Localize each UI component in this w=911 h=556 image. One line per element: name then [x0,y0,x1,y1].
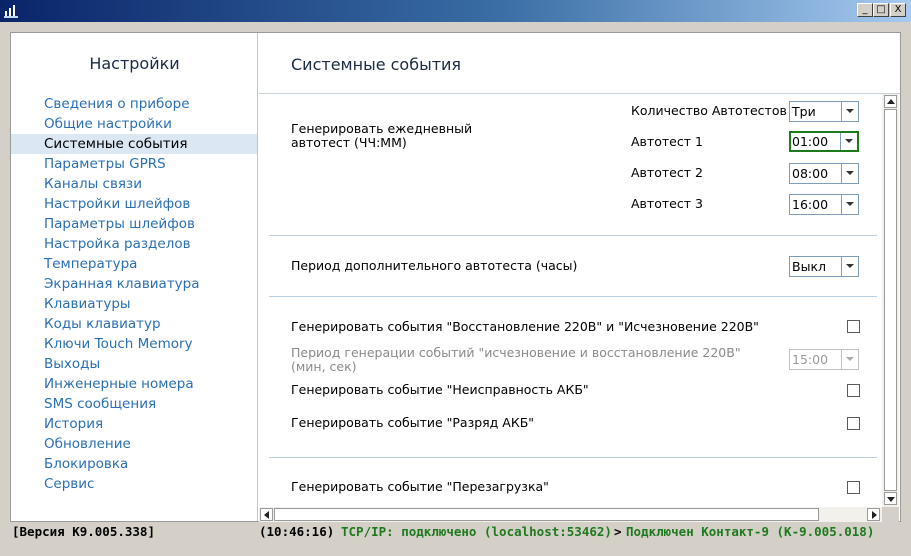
chevron-down-icon [846,264,854,268]
chevron-down-icon [845,139,853,143]
reboot-event-checkbox[interactable] [847,481,860,494]
arrow-up-icon [887,99,895,104]
section-divider [269,296,877,297]
section-divider [269,235,877,236]
sidebar-item[interactable]: Выходы [11,354,257,374]
sidebar-item[interactable]: История [11,414,257,434]
battery-low-checkbox[interactable] [847,417,860,430]
autotest-count-label: Количество Автотестов [631,103,787,118]
scrollbar-corner [882,507,899,522]
arrow-down-icon [887,497,895,502]
section-divider [269,457,877,458]
content-frame: Настройки Сведения о приборе Общие настро… [10,32,901,522]
status-time: (10:46:16) [259,524,335,539]
status-bar: [Версия K9.005.338] (10:46:16) TCP/IP: п… [0,522,911,556]
sidebar-item[interactable]: Системные события [11,134,257,154]
autotest-1-select[interactable]: 01:00 [789,131,859,152]
sidebar-title: Настройки [89,54,180,73]
settings-content: Генерировать ежедневный автотест (ЧЧ:ММ)… [259,94,882,507]
chevron-down-icon [846,171,854,175]
autotest-2-label: Автотест 2 [631,165,703,180]
autotest-3-label: Автотест 3 [631,196,703,211]
vertical-scroll-thumb[interactable] [884,109,897,491]
scroll-left-button[interactable] [260,508,273,521]
dropdown-button[interactable] [841,195,858,214]
main-window: Настройки Сведения о приборе Общие настро… [0,22,911,556]
autotest-2-value: 08:00 [792,166,829,181]
power-period-label-line1: Период генерации событий "исчезновение и… [291,345,741,360]
extra-autotest-period-label: Период дополнительного автотеста (часы) [291,258,578,273]
app-icon [4,5,18,18]
autotest-3-value: 16:00 [792,197,829,212]
sidebar-item[interactable]: Клавиатуры [11,294,257,314]
autotest-2-select[interactable]: 08:00 [789,163,859,184]
autotest-count-select[interactable]: Три [789,101,859,122]
horizontal-scrollbar[interactable] [259,507,882,522]
extra-autotest-period-select[interactable]: Выкл [789,256,859,277]
scroll-down-button[interactable] [884,492,897,505]
autotest-count-value: Три [792,104,816,119]
sidebar-item[interactable]: Сервис [11,474,257,494]
sidebar-item[interactable]: Температура [11,254,257,274]
power-events-checkbox[interactable] [847,320,860,333]
sidebar-item[interactable]: Обновление [11,434,257,454]
connection-status: TCP/IP: подключено (localhost:53462) [341,524,612,539]
dropdown-button[interactable] [840,133,857,150]
autotest-1-label: Автотест 1 [631,134,703,149]
power-period-select[interactable]: 15:00 [789,349,859,370]
sidebar-item[interactable]: Настройка разделов [11,234,257,254]
settings-scroll-area: Генерировать ежедневный автотест (ЧЧ:ММ)… [259,94,900,522]
chevron-down-icon [846,109,854,113]
device-status: Подключен Контакт-9 (K-9.005.018) [626,524,875,539]
autotest-3-select[interactable]: 16:00 [789,194,859,215]
sidebar: Настройки Сведения о приборе Общие настро… [11,33,258,521]
sidebar-item[interactable]: Настройки шлейфов [11,194,257,214]
daily-autotest-label-line2: автотест (ЧЧ:ММ) [291,135,407,150]
autotest-1-value: 01:00 [792,134,829,149]
vertical-scrollbar[interactable] [882,94,899,507]
horizontal-scroll-thumb[interactable] [274,508,819,521]
sidebar-item[interactable]: Коды клавиатур [11,314,257,334]
sidebar-item[interactable]: Общие настройки [11,114,257,134]
sidebar-item[interactable]: Параметры шлейфов [11,214,257,234]
arrow-right-icon [872,511,877,519]
sidebar-item[interactable]: Каналы связи [11,174,257,194]
extra-autotest-period-value: Выкл [792,259,826,274]
battery-fault-label: Генерировать событие "Неисправность АКБ" [291,382,589,397]
sidebar-item[interactable]: Ключи Touch Memory [11,334,257,354]
scroll-up-button[interactable] [884,95,897,108]
reboot-event-label: Генерировать событие "Перезагрузка" [291,479,549,494]
sidebar-item[interactable]: Параметры GPRS [11,154,257,174]
sidebar-item[interactable]: SMS сообщения [11,394,257,414]
power-period-label-line2: (мин, сек) [291,359,357,374]
sidebar-item[interactable]: Блокировка [11,454,257,474]
power-events-label: Генерировать события "Восстановление 220… [291,319,759,334]
chevron-down-icon [846,357,854,361]
status-arrow: > [614,524,622,539]
close-button[interactable]: X [890,3,906,17]
battery-fault-checkbox[interactable] [847,384,860,397]
arrow-left-icon [264,511,269,519]
sidebar-item[interactable]: Экранная клавиатура [11,274,257,294]
scroll-right-button[interactable] [867,508,880,521]
sidebar-list: Сведения о приборе Общие настройки Системн… [11,94,257,494]
minimize-button[interactable]: _ [857,3,873,17]
page-title: Системные события [291,55,462,74]
sidebar-item[interactable]: Инженерные номера [11,374,257,394]
title-bar: _ □ X [0,0,911,22]
chevron-down-icon [846,202,854,206]
maximize-button[interactable]: □ [873,3,889,17]
sidebar-item[interactable]: Сведения о приборе [11,94,257,114]
daily-autotest-label-line1: Генерировать ежедневный [291,121,473,136]
settings-panel: Системные события Генерировать ежедневны… [259,33,900,522]
power-period-value: 15:00 [792,352,829,367]
dropdown-button[interactable] [841,350,858,369]
dropdown-button[interactable] [841,102,858,121]
dropdown-button[interactable] [841,164,858,183]
version-text: [Версия K9.005.338] [12,524,155,539]
battery-low-label: Генерировать событие "Разряд АКБ" [291,415,535,430]
dropdown-button[interactable] [841,257,858,276]
